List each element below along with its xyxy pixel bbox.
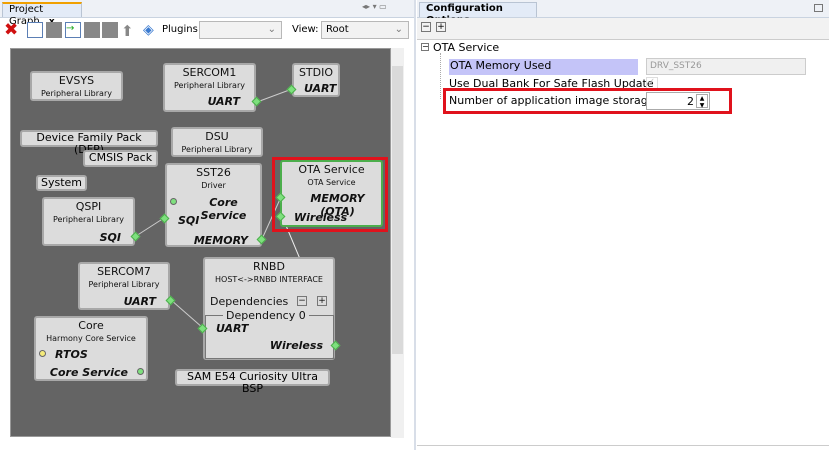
node-title: DSU [205,130,229,143]
node-dsu[interactable]: DSU Peripheral Library [171,127,263,157]
port-uart[interactable]: UART [124,295,156,308]
node-subtitle: Harmony Core Service [46,334,136,343]
tree-collapse-icon[interactable]: − [421,43,429,51]
expand-button[interactable]: + [317,296,327,306]
panel-bottom-border [417,445,829,446]
node-evsys[interactable]: EVSYS Peripheral Library [30,71,123,101]
node-title: EVSYS [58,74,95,87]
tab-configuration-options[interactable]: Configuration Options x [419,2,537,26]
node-title: SST26 [196,166,231,179]
node-title: RNBD [253,260,285,273]
node-title: SERCOM7 [97,265,151,278]
node-sercom7[interactable]: SERCOM7 Peripheral Library UART [78,262,170,310]
port-dot-icon[interactable] [170,198,177,205]
node-rnbd[interactable]: RNBD HOST<->RNBD INTERFACE Dependencies −… [203,257,335,360]
node-core[interactable]: Core Harmony Core Service RTOS Core Servic… [34,316,148,381]
node-stdio[interactable]: STDIO UART [292,63,340,97]
panel-splitter[interactable] [414,0,416,450]
node-dfp[interactable]: Device Family Pack (DFP) [20,130,158,156]
node-title: QSPI [75,200,102,213]
ota-memory-used-label: OTA Memory Used [449,59,638,75]
connection-line [135,217,165,237]
node-title: STDIO [298,66,334,79]
right-tab-bar: Configuration Options x [417,0,829,26]
port-rtos[interactable]: RTOS [55,348,88,361]
node-subtitle: Peripheral Library [181,145,253,154]
highlight-box [272,157,388,232]
node-bsp[interactable]: SAM E54 Curiosity Ultra BSP [175,369,330,395]
tree-root-ota-service[interactable]: OTA Service [433,41,499,55]
node-subtitle: Peripheral Library [41,89,112,98]
port-dot-icon[interactable] [137,368,144,375]
port-dot-icon[interactable] [39,350,46,357]
port-core-service[interactable]: Core Service [50,366,128,379]
node-subtitle: Driver [201,181,226,190]
config-toolbar: − + [417,18,829,40]
node-title: Core [78,319,104,332]
node-subtitle: HOST<->RNBD INTERFACE [215,275,323,284]
port-memory[interactable]: MEMORY [194,234,248,247]
node-subtitle: Peripheral Library [53,215,124,224]
node-qspi[interactable]: QSPI Peripheral Library SQI [42,197,135,246]
port-uart[interactable]: UART [208,95,240,108]
minimize-icon[interactable] [814,4,823,12]
port-wireless[interactable]: Wireless [270,339,323,352]
collapse-all-button[interactable]: − [421,22,431,32]
node-subtitle: Peripheral Library [88,280,160,289]
highlight-box [443,88,732,114]
port-sqi[interactable]: SQI [178,214,199,227]
connection-line [256,88,293,103]
dependency-0-label: Dependency 0 [223,309,309,322]
tree-line [440,53,441,99]
port-sqi[interactable]: SQI [100,231,121,244]
node-cmsis-pack[interactable]: CMSIS Pack [83,150,158,167]
node-title: SERCOM1 [182,66,237,79]
node-sst26[interactable]: SST26 Driver Core Service SQI MEMORY [165,163,262,247]
node-sercom1[interactable]: SERCOM1 Peripheral Library UART [163,63,256,112]
ota-memory-used-field[interactable]: DRV_SST26 [646,58,806,75]
expand-all-button[interactable]: + [436,22,446,32]
node-subtitle: Peripheral Library [174,81,245,90]
collapse-button[interactable]: − [297,296,307,306]
node-system[interactable]: System [36,175,87,191]
port-uart[interactable]: UART [216,322,248,335]
port-uart[interactable]: UART [304,82,336,95]
connection-line [170,299,204,329]
dependencies-label: Dependencies [210,295,289,308]
